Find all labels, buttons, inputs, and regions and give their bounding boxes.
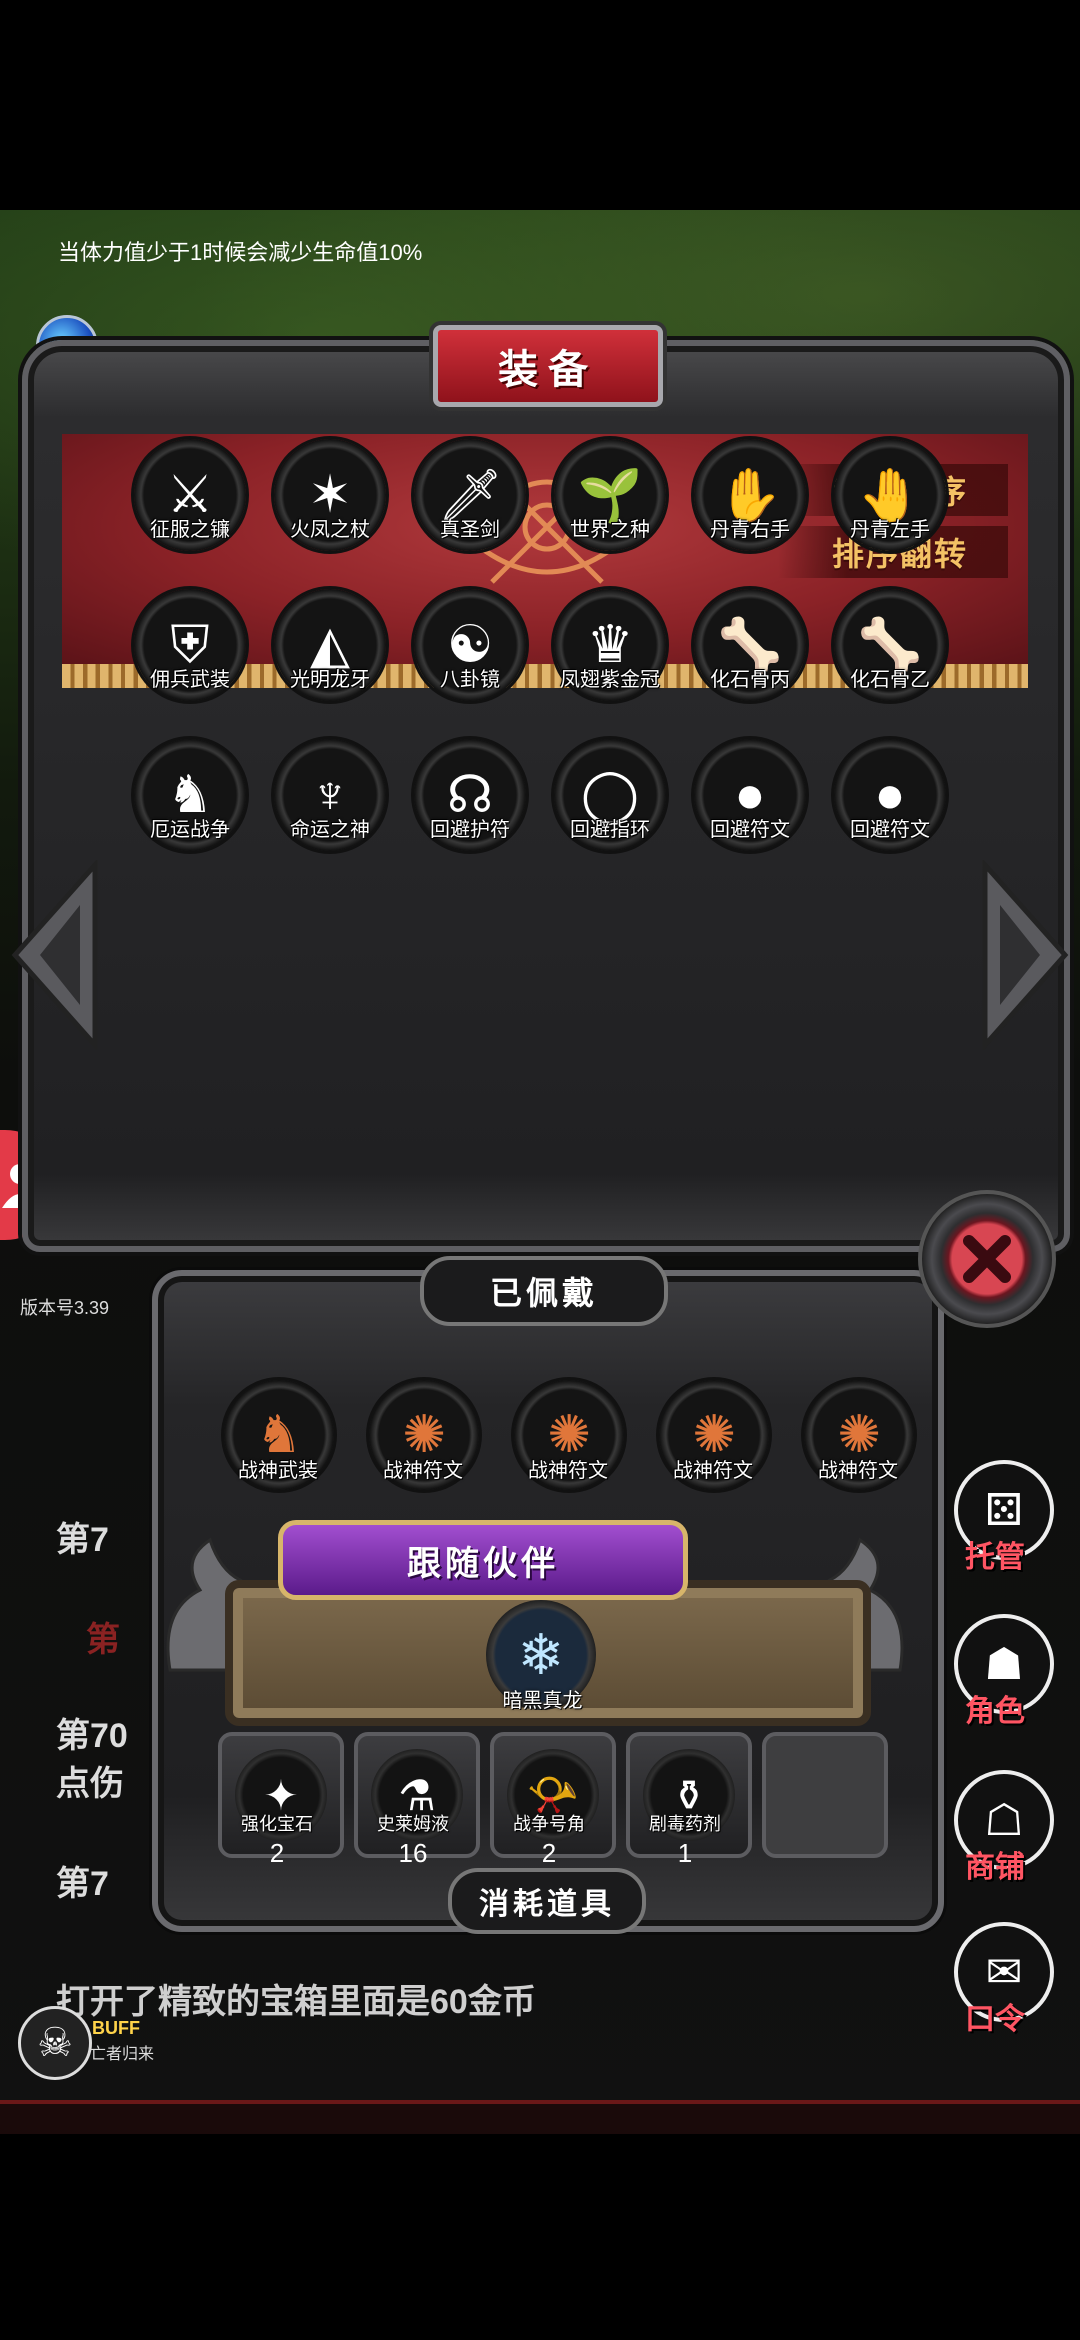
equipped-slot[interactable]: ✺ 战神符文 xyxy=(498,1376,643,1526)
redeem-code-label: 口令 xyxy=(965,2002,1025,2037)
auto-play-button[interactable]: ⚄ 托管 xyxy=(940,1460,1060,1600)
companion-slot[interactable]: ❄ 暗黑真龙 xyxy=(470,1596,615,1746)
item-name: 火凤之杖 xyxy=(290,517,370,541)
item-name: 光明龙牙 xyxy=(290,667,370,691)
consumables-row: ✦ 强化宝石 2 ⚗ 史莱姆液 16 📯 战争号角 2 ⚱ 剧毒药剂 1 xyxy=(212,1732,892,1868)
inventory-slot[interactable]: ✋ 丹青右手 xyxy=(680,435,820,585)
inventory-grid: ⚔ 征服之镰 ✶ 火凤之杖 🗡 真圣剑 🌱 世界之种 ✋ 丹青右手 🤚 丹青左手 ⛨ 佣兵武装 ◭ 光明龙牙 ☯… xyxy=(120,435,980,885)
inventory-slot[interactable]: ◯ 回避指环 xyxy=(540,735,680,885)
log-line: 第 xyxy=(86,1621,120,1659)
consumable-frame xyxy=(762,1732,888,1858)
item-name: 战神符文 xyxy=(528,1458,608,1482)
inventory-slot[interactable]: ◭ 光明龙牙 xyxy=(260,585,400,735)
item-name: 厄运战争 xyxy=(150,817,230,841)
character-button[interactable]: ☗ 角色 xyxy=(940,1614,1060,1754)
item-name: 世界之种 xyxy=(570,517,650,541)
consumable-slot[interactable]: ✦ 强化宝石 2 xyxy=(212,1732,346,1868)
item-name: 化石骨乙 xyxy=(850,667,930,691)
character-label: 角色 xyxy=(965,1694,1025,1729)
item-name: 战争号角 xyxy=(513,1814,585,1835)
item-count: 2 xyxy=(541,1838,557,1868)
companion-title: 跟随伙伴 xyxy=(278,1520,688,1600)
consumable-slot[interactable]: 📯 战争号角 2 xyxy=(484,1732,618,1868)
item-name: 命运之神 xyxy=(290,817,370,841)
item-name: 丹青右手 xyxy=(710,517,790,541)
equipped-title: 已佩戴 xyxy=(420,1256,668,1326)
consumable-slot[interactable]: ⚱ 剧毒药剂 1 xyxy=(620,1732,754,1868)
auto-play-label: 托管 xyxy=(965,1540,1025,1575)
item-name: 佣兵武装 xyxy=(150,667,230,691)
item-name: 战神武装 xyxy=(238,1458,318,1482)
item-name: 凤翅紫金冠 xyxy=(560,667,660,691)
item-name: 战神符文 xyxy=(673,1458,753,1482)
item-name: 真圣剑 xyxy=(440,517,500,541)
panel-title-plate: 装备 xyxy=(398,316,698,416)
log-line: 第7 xyxy=(56,1865,109,1903)
item-name: 剧毒药剂 xyxy=(649,1814,721,1835)
skull-buff-icon[interactable]: ☠ xyxy=(18,2006,92,2080)
hint-text: 当体力值少于1时候会减少生命值10% xyxy=(58,240,423,265)
inventory-slot[interactable]: ● 回避符文 xyxy=(680,735,820,885)
item-name: 战神符文 xyxy=(818,1458,898,1482)
inventory-slot[interactable]: ✶ 火凤之杖 xyxy=(260,435,400,585)
inventory-row: ⚔ 征服之镰 ✶ 火凤之杖 🗡 真圣剑 🌱 世界之种 ✋ 丹青右手 🤚 丹青左手 xyxy=(120,435,980,585)
inventory-row: ⛨ 佣兵武装 ◭ 光明龙牙 ☯ 八卦镜 ♛ 凤翅紫金冠 🦴 化石骨丙 🦴 化石骨乙 xyxy=(120,585,980,735)
redeem-code-button[interactable]: ✉ 口令 xyxy=(940,1922,1060,2062)
prev-page-arrow-icon[interactable] xyxy=(10,860,100,1050)
log-line: 第70 xyxy=(56,1717,128,1755)
item-name: 史莱姆液 xyxy=(377,1814,449,1835)
inventory-slot[interactable]: ● 回避符文 xyxy=(820,735,960,885)
item-name: 丹青左手 xyxy=(850,517,930,541)
item-name: 征服之镰 xyxy=(150,517,230,541)
inventory-slot[interactable]: 🤚 丹青左手 xyxy=(820,435,960,585)
inventory-row: ♞ 厄运战争 ♆ 命运之神 ☊ 回避护符 ◯ 回避指环 ● 回避符文 ● 回避符文 xyxy=(120,735,980,885)
panel-title: 装备 xyxy=(498,347,598,393)
inventory-slot[interactable]: 🌱 世界之种 xyxy=(540,435,680,585)
companion-name: 暗黑真龙 xyxy=(502,1688,583,1712)
inventory-slot[interactable]: ⚔ 征服之镰 xyxy=(120,435,260,585)
inventory-slot[interactable]: 🗡 真圣剑 xyxy=(400,435,540,585)
item-count: 2 xyxy=(269,1838,285,1868)
log-line: 第7 xyxy=(56,1521,109,1559)
equipped-slot[interactable]: ✺ 战神符文 xyxy=(643,1376,788,1526)
item-name: 回避符文 xyxy=(850,817,930,841)
item-count: 1 xyxy=(677,1838,693,1868)
close-button[interactable] xyxy=(918,1190,1056,1328)
consumable-slot[interactable]: ⚗ 史莱姆液 16 xyxy=(348,1732,482,1868)
buff-title: BUFF xyxy=(92,2018,140,2038)
shop-label: 商铺 xyxy=(965,1850,1025,1885)
inventory-slot[interactable]: 🦴 化石骨乙 xyxy=(820,585,960,735)
shop-button[interactable]: ☖ 商铺 xyxy=(940,1770,1060,1910)
version-label: 版本号3.39 xyxy=(20,1298,110,1318)
item-name: 回避指环 xyxy=(570,817,650,841)
inventory-slot[interactable]: ☊ 回避护符 xyxy=(400,735,540,885)
item-name: 回避符文 xyxy=(710,817,790,841)
item-name: 战神符文 xyxy=(383,1458,463,1482)
bottom-bar xyxy=(0,2100,1080,2134)
log-line: 打开了精致的宝箱里面是60金币 xyxy=(56,1983,536,2021)
equipped-slot[interactable]: ✺ 战神符文 xyxy=(788,1376,933,1526)
inventory-slot[interactable]: ♞ 厄运战争 xyxy=(120,735,260,885)
item-name: 强化宝石 xyxy=(241,1814,313,1835)
item-count: 16 xyxy=(398,1838,428,1868)
equipped-slot[interactable]: ✺ 战神符文 xyxy=(353,1376,498,1526)
item-name: 回避护符 xyxy=(430,817,510,841)
equipped-slot[interactable]: ♞ 战神武装 xyxy=(208,1376,353,1526)
next-page-arrow-icon[interactable] xyxy=(980,860,1070,1050)
close-icon xyxy=(963,1235,1011,1283)
consumable-slot-empty[interactable] xyxy=(756,1732,890,1868)
inventory-slot[interactable]: ♆ 命运之神 xyxy=(260,735,400,885)
item-name: 八卦镜 xyxy=(440,667,500,691)
inventory-slot[interactable]: ♛ 凤翅紫金冠 xyxy=(540,585,680,735)
inventory-slot[interactable]: ⛨ 佣兵武装 xyxy=(120,585,260,735)
item-name: 化石骨丙 xyxy=(710,667,790,691)
inventory-slot[interactable]: ☯ 八卦镜 xyxy=(400,585,540,735)
equipped-row: ♞ 战神武装 ✺ 战神符文 ✺ 战神符文 ✺ 战神符文 ✺ 战神符文 xyxy=(208,1376,933,1526)
consumables-title: 消耗道具 xyxy=(448,1868,646,1934)
inventory-slot[interactable]: 🦴 化石骨丙 xyxy=(680,585,820,735)
log-line: 点伤 xyxy=(56,1765,124,1803)
buff-description: 亡者归来 xyxy=(90,2046,155,2063)
